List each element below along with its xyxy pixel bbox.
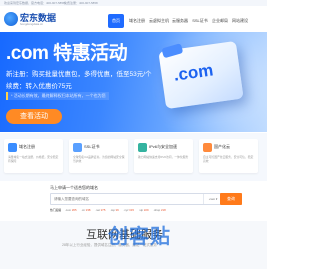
price-item[interactable]: .shop ¥18 bbox=[153, 208, 165, 212]
price-item[interactable]: .com ¥65 bbox=[65, 208, 77, 212]
service-card-ssl[interactable]: SSL证书 全球知名CA品牌证书，为您的网站安全保驾护航 bbox=[69, 139, 128, 173]
price-item[interactable]: .xyz ¥15 bbox=[124, 208, 134, 212]
hero-offer-new: 新注册：购买批量优惠包，多得优惠，低至53元/个 bbox=[6, 71, 152, 78]
nav-item-cloud-server[interactable]: 云服务器 bbox=[171, 14, 189, 28]
domain-search-input[interactable] bbox=[51, 194, 207, 204]
com-card-graphic: .com bbox=[158, 40, 244, 110]
com-card-text: .com bbox=[172, 60, 215, 85]
price-item[interactable]: .top ¥9 bbox=[110, 208, 119, 212]
price-item[interactable]: .cn ¥38 bbox=[81, 208, 90, 212]
hero-note: * 活动长期有效，最终解释权归本站所有，一个也为您 bbox=[6, 92, 109, 100]
certificate-icon bbox=[73, 143, 82, 152]
logo-sub: hongdongdata.cn bbox=[20, 22, 44, 26]
view-activity-button[interactable]: 查看活动 bbox=[6, 109, 62, 124]
service-card-ipv6[interactable]: IPv6与安全加速 助力网站快速支持IPv6访问，一体化服务 bbox=[134, 139, 193, 173]
service-card-domestic-cloud[interactable]: 国产化云 自主可控国产化云服务，安全可信，稳定高效 bbox=[199, 139, 258, 173]
hero-banner[interactable]: .com .com 特惠活动 新注册：购买批量优惠包，多得优惠，低至53元/个 … bbox=[0, 32, 267, 132]
search-box: .com ▾ 查询 bbox=[50, 193, 242, 205]
hero-offer-transfer: 续费：转入优惠价75元 bbox=[6, 83, 72, 90]
service-card-domain[interactable]: 域名注册 海量域名一站式注册，价格低，安全稳定有保障 bbox=[4, 139, 63, 173]
nav-item-ssl[interactable]: SSL证书 bbox=[191, 14, 209, 28]
domain-icon bbox=[8, 143, 17, 152]
service-desc: 海量域名一站式注册，价格低，安全稳定有保障 bbox=[8, 155, 59, 163]
service-title: 国产化云 bbox=[214, 144, 230, 149]
price-item[interactable]: .net ¥75 bbox=[95, 208, 105, 212]
nav-item-website[interactable]: 网站建设 bbox=[231, 14, 249, 28]
service-title: SSL证书 bbox=[84, 144, 100, 149]
cloud-icon bbox=[203, 143, 212, 152]
nav-item-home[interactable]: 首页 bbox=[108, 14, 124, 28]
hero-title: .com 特惠活动 bbox=[6, 43, 128, 64]
shield-icon bbox=[138, 143, 147, 152]
service-title: 域名注册 bbox=[19, 144, 35, 149]
nav-item-domain[interactable]: 域名注册 bbox=[128, 14, 146, 28]
service-desc: 助力网站快速支持IPv6访问，一体化服务 bbox=[138, 155, 189, 159]
price-item[interactable]: .vip ¥29 bbox=[139, 208, 149, 212]
nav-item-email[interactable]: 企业邮局 bbox=[211, 14, 229, 28]
domain-search-section: 马上申请一个适合您的域名 .com ▾ 查询 热门后缀 .com ¥65 .cn… bbox=[0, 181, 267, 221]
services-row: 域名注册 海量域名一站式注册，价格低，安全稳定有保障 SSL证书 全球知名CA品… bbox=[0, 133, 267, 181]
hot-suffix-prices: 热门后缀 .com ¥65 .cn ¥38 .net ¥75 .top ¥9 .… bbox=[50, 208, 240, 214]
search-button[interactable]: 查询 bbox=[220, 193, 242, 205]
prices-lead: 热门后缀 bbox=[50, 208, 62, 212]
header: 宏东数据 hongdongdata.cn 首页 域名注册 云虚拟主机 云服务器 … bbox=[0, 6, 267, 33]
nav-item-hosting[interactable]: 云虚拟主机 bbox=[148, 14, 170, 28]
service-desc: 自主可控国产化云服务，安全可信，稳定高效 bbox=[203, 155, 254, 163]
logo-icon bbox=[4, 12, 18, 26]
service-desc: 全球知名CA品牌证书，为您的网站安全保驾护航 bbox=[73, 155, 125, 163]
search-title: 马上申请一个适合您的域名 bbox=[50, 185, 98, 190]
logo[interactable]: 宏东数据 hongdongdata.cn bbox=[4, 10, 56, 28]
service-title: IPv6与安全加速 bbox=[149, 144, 178, 149]
watermark-text: 创客贴 bbox=[108, 226, 171, 248]
